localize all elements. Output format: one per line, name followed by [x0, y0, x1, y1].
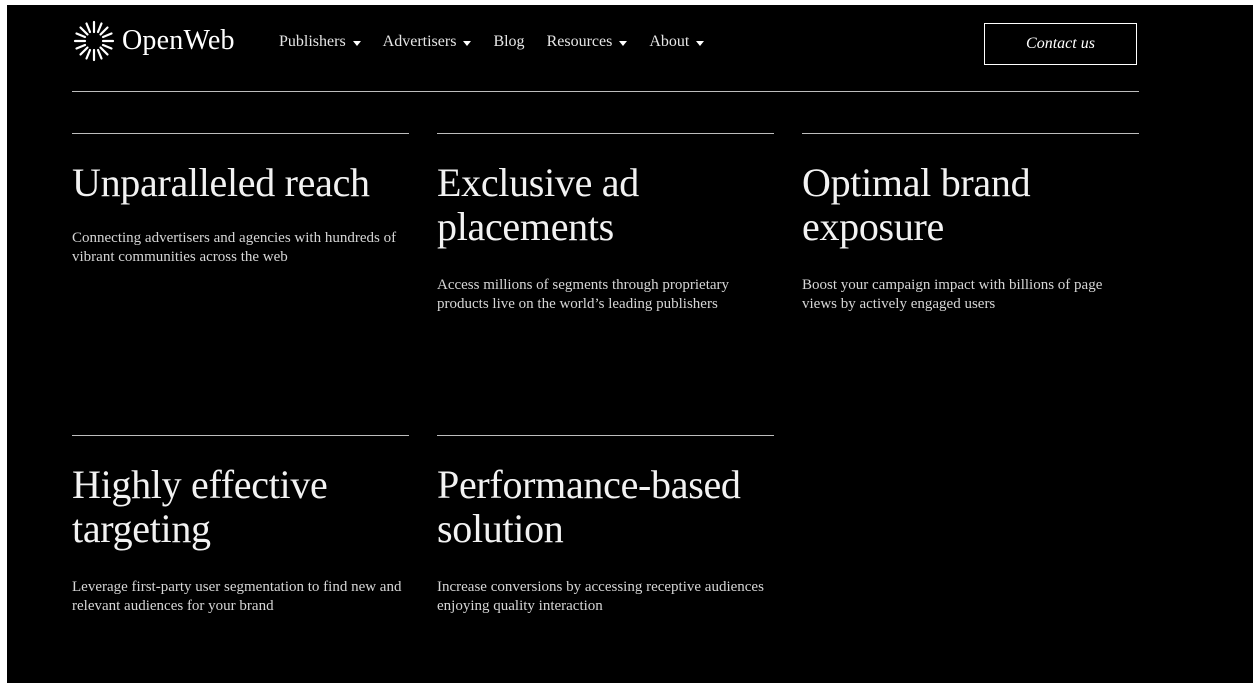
feature-description: Increase conversions by accessing recept… [437, 579, 764, 614]
page: OpenWeb Publishers Advertisers Blog Reso… [7, 5, 1253, 683]
site-header: OpenWeb Publishers Advertisers Blog Reso… [72, 5, 1139, 92]
feature-card-targeting: Highly effective targeting Leverage firs… [72, 435, 409, 616]
caret-down-icon [619, 40, 628, 46]
feature-title: Performance-based solution [437, 462, 741, 551]
nav-item-resources[interactable]: Resources [547, 33, 628, 51]
contact-us-button[interactable]: Contact us [984, 23, 1137, 65]
feature-description: Boost your campaign impact with billions… [802, 277, 1103, 312]
feature-description: Access millions of segments through prop… [437, 277, 730, 312]
feature-description: Leverage first-party user segmentation t… [72, 579, 402, 614]
nav-item-label: Publishers [279, 33, 346, 50]
feature-description: Connecting advertisers and agencies with… [72, 230, 397, 265]
feature-card-reach: Unparalleled reach Connecting advertiser… [72, 133, 409, 267]
logo-text: OpenWeb [122, 25, 235, 56]
logo[interactable]: OpenWeb [72, 17, 235, 65]
nav-item-label: Resources [546, 33, 613, 50]
nav-item-about[interactable]: About [649, 33, 705, 51]
nav-item-label: Advertisers [382, 33, 457, 50]
feature-title: Exclusive ad placements [437, 160, 639, 249]
nav-item-blog[interactable]: Blog [493, 33, 524, 51]
feature-title: Optimal brand exposure [802, 160, 1031, 249]
main-nav: Publishers Advertisers Blog Resources Ab… [279, 33, 726, 51]
caret-down-icon [352, 40, 361, 46]
starburst-icon [72, 19, 116, 63]
feature-title: Highly effective targeting [72, 462, 328, 551]
feature-card-exposure: Optimal brand exposure Boost your campai… [802, 133, 1139, 314]
caret-down-icon [463, 40, 472, 46]
caret-down-icon [696, 40, 705, 46]
nav-item-advertisers[interactable]: Advertisers [383, 33, 472, 51]
feature-card-performance: Performance-based solution Increase conv… [437, 435, 774, 616]
nav-item-publishers[interactable]: Publishers [279, 33, 361, 51]
feature-card-placements: Exclusive ad placements Access millions … [437, 133, 774, 314]
feature-title: Unparalleled reach [72, 160, 370, 205]
nav-item-label: Blog [493, 33, 525, 50]
nav-item-label: About [649, 33, 690, 50]
